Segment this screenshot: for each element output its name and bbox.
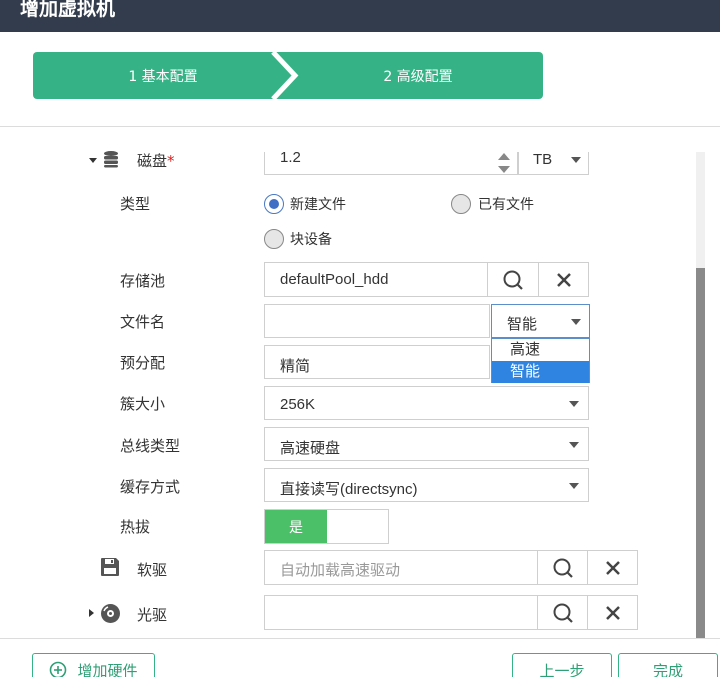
cdrom-search-button[interactable] bbox=[537, 595, 588, 630]
chevron-down-icon bbox=[571, 157, 581, 163]
close-icon bbox=[556, 272, 571, 287]
collapse-disk-icon[interactable] bbox=[89, 158, 97, 163]
radio-new-file-label: 新建文件 bbox=[290, 197, 346, 213]
search-icon bbox=[553, 603, 573, 623]
cluster-size-value: 256K bbox=[280, 396, 316, 413]
spinner-arrows-icon[interactable] bbox=[495, 152, 513, 174]
floppy-search-button[interactable] bbox=[537, 550, 588, 585]
radio-block-device-label: 块设备 bbox=[290, 232, 332, 248]
cache-mode-label: 缓存方式 bbox=[120, 478, 181, 496]
floppy-label: 软驱 bbox=[137, 561, 168, 579]
search-icon bbox=[503, 270, 523, 290]
disk-database-icon bbox=[104, 151, 118, 168]
add-hardware-label: 增加硬件 bbox=[77, 661, 138, 677]
floppy-input[interactable]: 自动加载高速驱动 bbox=[264, 550, 538, 585]
storage-pool-search-button[interactable] bbox=[487, 262, 539, 297]
prealloc-label: 预分配 bbox=[120, 354, 166, 372]
radio-block-device[interactable] bbox=[264, 229, 284, 249]
filename-mode-value: 智能 bbox=[507, 316, 538, 333]
cluster-size-select[interactable]: 256K bbox=[264, 386, 589, 420]
hotplug-toggle-on: 是 bbox=[265, 510, 327, 543]
storage-pool-input[interactable]: defaultPool_hdd bbox=[264, 262, 488, 297]
storage-pool-clear-button[interactable] bbox=[538, 262, 589, 297]
cluster-size-label: 簇大小 bbox=[120, 395, 166, 413]
dropdown-option-fast[interactable]: 高速 bbox=[492, 339, 589, 361]
add-hardware-button[interactable]: 增加硬件 bbox=[32, 653, 155, 677]
filename-label: 文件名 bbox=[120, 313, 166, 331]
window-title: 增加虚拟机 bbox=[20, 0, 116, 20]
step-advanced-config-label: 2 高级配置 bbox=[383, 68, 453, 85]
step-basic-config[interactable]: 1 基本配置 bbox=[33, 52, 293, 99]
filename-input[interactable] bbox=[264, 304, 490, 338]
search-icon bbox=[553, 558, 573, 578]
storage-pool-label: 存储池 bbox=[120, 272, 166, 290]
chevron-down-icon bbox=[569, 442, 579, 448]
cache-mode-value: 直接读写(directsync) bbox=[280, 481, 418, 498]
previous-step-button[interactable]: 上一步 bbox=[512, 653, 612, 677]
plus-circle-icon bbox=[50, 661, 67, 677]
radio-existing-file[interactable] bbox=[451, 194, 471, 214]
cdrom-clear-button[interactable] bbox=[587, 595, 638, 630]
filename-mode-dropdown: 高速 智能 bbox=[491, 338, 590, 383]
hotplug-toggle[interactable]: 是 bbox=[264, 509, 389, 544]
footer-divider bbox=[0, 638, 720, 639]
chevron-down-icon bbox=[569, 483, 579, 489]
chevron-down-icon bbox=[571, 319, 581, 325]
cdrom-label: 光驱 bbox=[137, 606, 168, 624]
bus-type-select[interactable]: 高速硬盘 bbox=[264, 427, 589, 461]
scrollbar-thumb[interactable] bbox=[696, 268, 705, 638]
prealloc-value: 精简 bbox=[280, 358, 311, 375]
disk-size-input[interactable]: 1.2 bbox=[264, 149, 518, 175]
hotplug-label: 热拔 bbox=[120, 518, 151, 536]
chevron-down-icon bbox=[569, 401, 579, 407]
wizard-steps: 1 基本配置 2 高级配置 bbox=[33, 52, 543, 99]
prealloc-select[interactable]: 精简 bbox=[264, 345, 490, 379]
close-icon bbox=[605, 560, 620, 575]
disk-size-value: 1.2 bbox=[280, 149, 301, 166]
floppy-placeholder: 自动加载高速驱动 bbox=[280, 562, 401, 579]
header-divider bbox=[0, 126, 720, 127]
disk-unit-value: TB bbox=[533, 151, 553, 168]
floppy-clear-button[interactable] bbox=[587, 550, 638, 585]
bus-type-label: 总线类型 bbox=[120, 437, 181, 455]
cdrom-disc-icon bbox=[101, 604, 120, 623]
finish-button[interactable]: 完成 bbox=[618, 653, 718, 677]
storage-pool-value: defaultPool_hdd bbox=[280, 271, 389, 288]
previous-step-label: 上一步 bbox=[539, 661, 585, 677]
title-bar: 增加虚拟机 bbox=[0, 0, 720, 32]
step-advanced-config[interactable]: 2 高级配置 bbox=[293, 52, 543, 99]
dropdown-option-smart[interactable]: 智能 bbox=[492, 361, 589, 383]
step-basic-config-label: 1 基本配置 bbox=[128, 68, 198, 85]
cdrom-input[interactable] bbox=[264, 595, 538, 630]
radio-new-file[interactable] bbox=[264, 194, 284, 214]
close-icon bbox=[605, 605, 620, 620]
radio-existing-file-label: 已有文件 bbox=[478, 197, 534, 213]
step-separator-arrow bbox=[271, 52, 299, 99]
cache-mode-select[interactable]: 直接读写(directsync) bbox=[264, 468, 589, 502]
required-mark: * bbox=[167, 152, 175, 170]
floppy-icon bbox=[101, 558, 119, 576]
finish-label: 完成 bbox=[652, 661, 683, 677]
bus-type-value: 高速硬盘 bbox=[280, 440, 341, 457]
filename-mode-select[interactable]: 智能 bbox=[491, 304, 590, 338]
disk-label: 磁盘* bbox=[137, 152, 175, 170]
expand-cdrom-icon[interactable] bbox=[89, 609, 94, 617]
disk-unit-select[interactable]: TB bbox=[518, 151, 589, 175]
type-label: 类型 bbox=[120, 195, 151, 213]
